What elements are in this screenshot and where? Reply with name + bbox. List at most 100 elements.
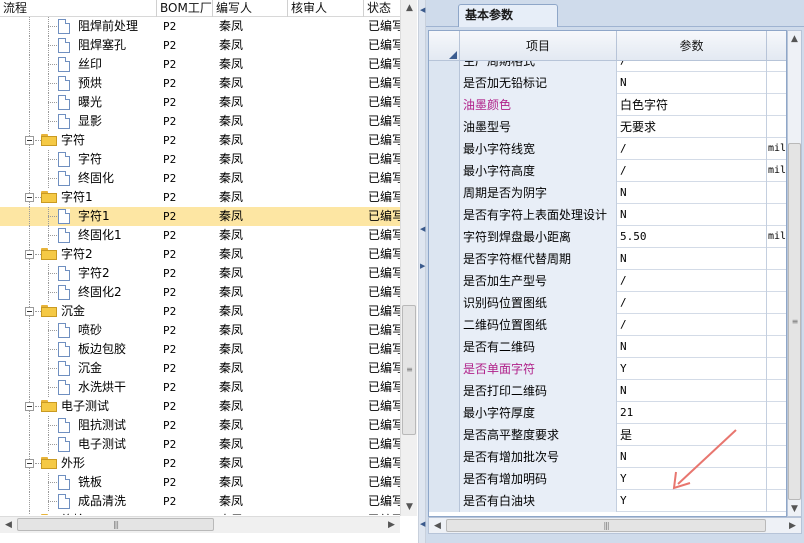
row-header[interactable] (429, 358, 460, 380)
tree-folder-row[interactable]: 电子测试 P2 秦凤 已编写 (0, 397, 400, 416)
row-header[interactable] (429, 446, 460, 468)
row-header[interactable] (429, 182, 460, 204)
tree-vertical-scrollbar[interactable]: ▲ ≡ ▼ (400, 0, 417, 516)
grid-vertical-scroll-thumb[interactable]: ≡ (788, 143, 801, 500)
grid-corner-icon[interactable] (429, 31, 460, 61)
tree-item-row[interactable]: 阻焊前处理 P2 秦凤 已编写 (0, 17, 400, 36)
tree-item-row[interactable]: 字符 P2 秦凤 已编写 (0, 150, 400, 169)
collapse-left-arrow-icon[interactable]: ◀ (420, 6, 425, 14)
tree-item-row[interactable]: 显影 P2 秦凤 已编写 (0, 112, 400, 131)
tree-folder-row[interactable]: 字符1 P2 秦凤 已编写 (0, 188, 400, 207)
parameter-value[interactable]: 无要求 (617, 116, 767, 138)
parameter-row[interactable]: 是否有二维码 N (429, 336, 786, 358)
grid-vertical-scrollbar[interactable]: ▲ ≡ ▼ (787, 30, 802, 517)
parameter-value[interactable]: / (617, 61, 767, 72)
tab-basic-params[interactable]: 基本参数 (458, 4, 558, 27)
row-header[interactable] (429, 402, 460, 424)
tree-folder-row[interactable]: 终检 P2秦凤 已编写 (0, 511, 400, 515)
tree-item-row[interactable]: 沉金 P2 秦凤 已编写 (0, 359, 400, 378)
column-header-item[interactable]: 项目 (460, 31, 617, 61)
tree-item-row[interactable]: 丝印 P2 秦凤 已编写 (0, 55, 400, 74)
row-header[interactable] (429, 94, 460, 116)
tree-item-row[interactable]: 水洗烘干 P2 秦凤 已编写 (0, 378, 400, 397)
tree-item-row[interactable]: 板边包胶 P2 秦凤 已编写 (0, 340, 400, 359)
row-header[interactable] (429, 270, 460, 292)
tree-item-row[interactable]: 终固化2 P2 秦凤 已编写 (0, 283, 400, 302)
row-header[interactable] (429, 116, 460, 138)
grid-horizontal-scrollbar[interactable]: ◀ ||| ▶ (428, 517, 802, 534)
tree-item-row[interactable]: 曝光 P2 秦凤 已编写 (0, 93, 400, 112)
column-header-reviewer[interactable]: 核审人 (288, 0, 364, 17)
parameter-row[interactable]: 是否字符框代替周期 N (429, 248, 786, 270)
tree-vertical-scroll-thumb[interactable]: ≡ (402, 305, 416, 435)
collapse-left-arrow-icon[interactable]: ◀ (420, 225, 425, 233)
tree-item-row[interactable]: 电子测试 P2 秦凤 已编写 (0, 435, 400, 454)
row-header[interactable] (429, 226, 460, 248)
tree-item-row[interactable]: 铣板 P2 秦凤 已编写 (0, 473, 400, 492)
collapse-icon[interactable] (25, 136, 34, 145)
parameter-value[interactable]: N (617, 248, 767, 270)
parameter-value[interactable]: / (617, 160, 767, 182)
tree-item-row[interactable]: 阻抗测试 P2 秦凤 已编写 (0, 416, 400, 435)
scroll-right-arrow-icon[interactable]: ▶ (383, 517, 400, 534)
scroll-left-arrow-icon[interactable]: ◀ (429, 518, 446, 535)
collapse-icon[interactable] (25, 250, 34, 259)
grid-horizontal-scroll-thumb[interactable]: ||| (446, 519, 766, 532)
column-header-bom-factory[interactable]: BOM工厂 (157, 0, 213, 17)
parameter-value[interactable]: / (617, 270, 767, 292)
row-header[interactable] (429, 72, 460, 94)
parameter-value[interactable]: N (617, 204, 767, 226)
scroll-up-arrow-icon[interactable]: ▲ (787, 31, 802, 48)
collapse-icon[interactable] (25, 459, 34, 468)
row-header[interactable] (429, 468, 460, 490)
row-header[interactable] (429, 248, 460, 270)
scroll-right-arrow-icon[interactable]: ▶ (784, 518, 801, 535)
parameter-value[interactable]: N (617, 336, 767, 358)
tree-item-row[interactable]: 喷砂 P2 秦凤 已编写 (0, 321, 400, 340)
tree-item-row[interactable]: 字符2 P2 秦凤 已编写 (0, 264, 400, 283)
parameter-value[interactable]: 白色字符 (617, 94, 767, 116)
tree-folder-row[interactable]: 字符2 P2 秦凤 已编写 (0, 245, 400, 264)
parameter-value[interactable]: N (617, 380, 767, 402)
row-header[interactable] (429, 160, 460, 182)
collapse-icon[interactable] (25, 193, 34, 202)
parameter-row[interactable]: 油墨型号 无要求 (429, 116, 786, 138)
collapse-right-arrow-icon[interactable]: ▶ (420, 262, 425, 270)
tree-item-row[interactable]: 终固化1 P2 秦凤 已编写 (0, 226, 400, 245)
parameter-row[interactable]: 是否加生产型号 / (429, 270, 786, 292)
parameter-row[interactable]: 最小字符高度 / mil (429, 160, 786, 182)
column-header-status[interactable]: 状态 (364, 0, 400, 17)
scroll-left-arrow-icon[interactable]: ◀ (0, 517, 17, 534)
tree-horizontal-scroll-thumb[interactable]: ||| (17, 518, 214, 531)
tree-item-row[interactable]: 终固化 P2 秦凤 已编写 (0, 169, 400, 188)
panel-splitter[interactable]: ◀ ◀ ▶ ◀ (418, 0, 426, 543)
parameter-row[interactable]: 识别码位置图纸 / (429, 292, 786, 314)
scroll-down-arrow-icon[interactable]: ▼ (401, 499, 418, 516)
row-header[interactable] (429, 204, 460, 226)
scroll-up-arrow-icon[interactable]: ▲ (401, 0, 418, 17)
parameter-row[interactable]: 油墨颜色 白色字符 (429, 94, 786, 116)
tree-folder-row[interactable]: 外形 P2 秦凤 已编写 (0, 454, 400, 473)
parameter-value[interactable]: / (617, 314, 767, 336)
parameter-row[interactable]: 字符到焊盘最小距离 5.50 mil (429, 226, 786, 248)
row-header[interactable] (429, 424, 460, 446)
row-header[interactable] (429, 490, 460, 512)
parameter-value[interactable]: N (617, 182, 767, 204)
tree-item-row[interactable]: 字符1 P2 秦凤 已编写 (0, 207, 400, 226)
parameter-row[interactable]: 是否单面字符 Y (429, 358, 786, 380)
column-header-flow[interactable]: 流程 (0, 0, 157, 17)
tree-item-row[interactable]: 成品清洗 P2 秦凤 已编写 (0, 492, 400, 511)
column-header-param[interactable]: 参数 (617, 31, 767, 61)
scroll-down-arrow-icon[interactable]: ▼ (787, 501, 802, 518)
parameter-value[interactable]: 5.50 (617, 226, 767, 248)
tree-horizontal-scrollbar[interactable]: ◀ ||| ▶ (0, 516, 400, 533)
parameter-row[interactable]: 周期是否为阴字 N (429, 182, 786, 204)
collapse-icon[interactable] (25, 307, 34, 316)
row-header[interactable] (429, 336, 460, 358)
parameter-value[interactable]: N (617, 72, 767, 94)
tree-folder-row[interactable]: 沉金 P2 秦凤 已编写 (0, 302, 400, 321)
parameter-row[interactable]: 是否加无铅标记 N (429, 72, 786, 94)
parameter-row[interactable]: 是否打印二维码 N (429, 380, 786, 402)
parameter-row[interactable]: 生产周期格式/ (429, 61, 786, 72)
parameter-value[interactable]: / (617, 138, 767, 160)
